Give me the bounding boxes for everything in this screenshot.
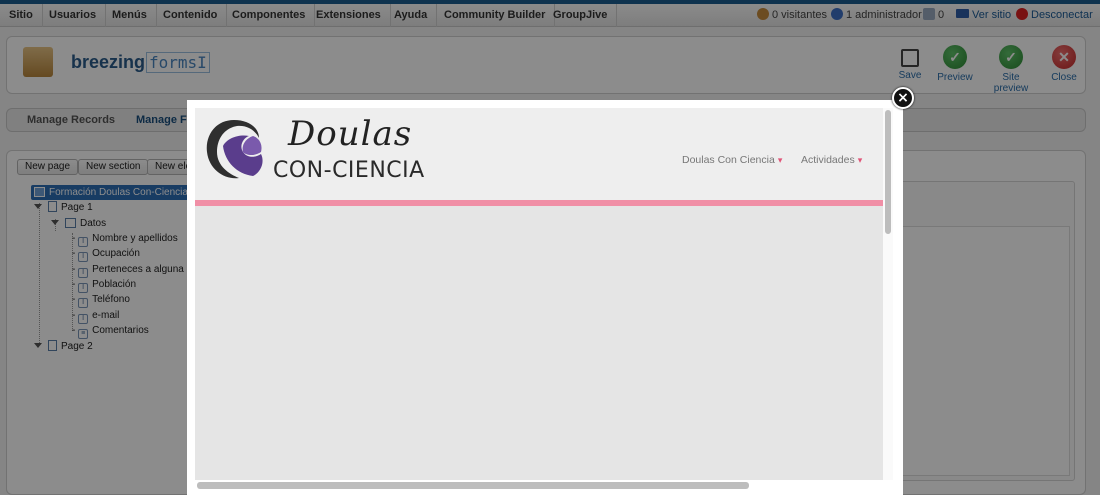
site-nav-doulas-label: Doulas Con Ciencia (682, 154, 775, 166)
logo-script-text: Doulas (288, 114, 413, 154)
site-header: Doulas CON-CIENCIA Doulas Con Ciencia ▾ A… (195, 108, 883, 200)
site-body (195, 206, 883, 480)
preview-modal: Doulas CON-CIENCIA Doulas Con Ciencia ▾ A… (187, 100, 903, 495)
chevron-down-icon: ▾ (777, 155, 783, 165)
site-nav-doulas[interactable]: Doulas Con Ciencia ▾ (682, 154, 782, 166)
doulas-logo-mark-icon (206, 120, 263, 179)
chevron-down-icon: ▾ (857, 155, 863, 165)
modal-close-button[interactable]: × (892, 87, 914, 109)
site-nav-actividades-label: Actividades (801, 154, 855, 166)
vertical-scrollbar-thumb[interactable] (885, 110, 891, 234)
site-nav-actividades[interactable]: Actividades ▾ (801, 154, 862, 166)
site-preview-frame: Doulas CON-CIENCIA Doulas Con Ciencia ▾ A… (195, 108, 883, 480)
horizontal-scrollbar-thumb[interactable] (197, 482, 749, 489)
logo-caps-text: CON-CIENCIA (273, 158, 425, 183)
